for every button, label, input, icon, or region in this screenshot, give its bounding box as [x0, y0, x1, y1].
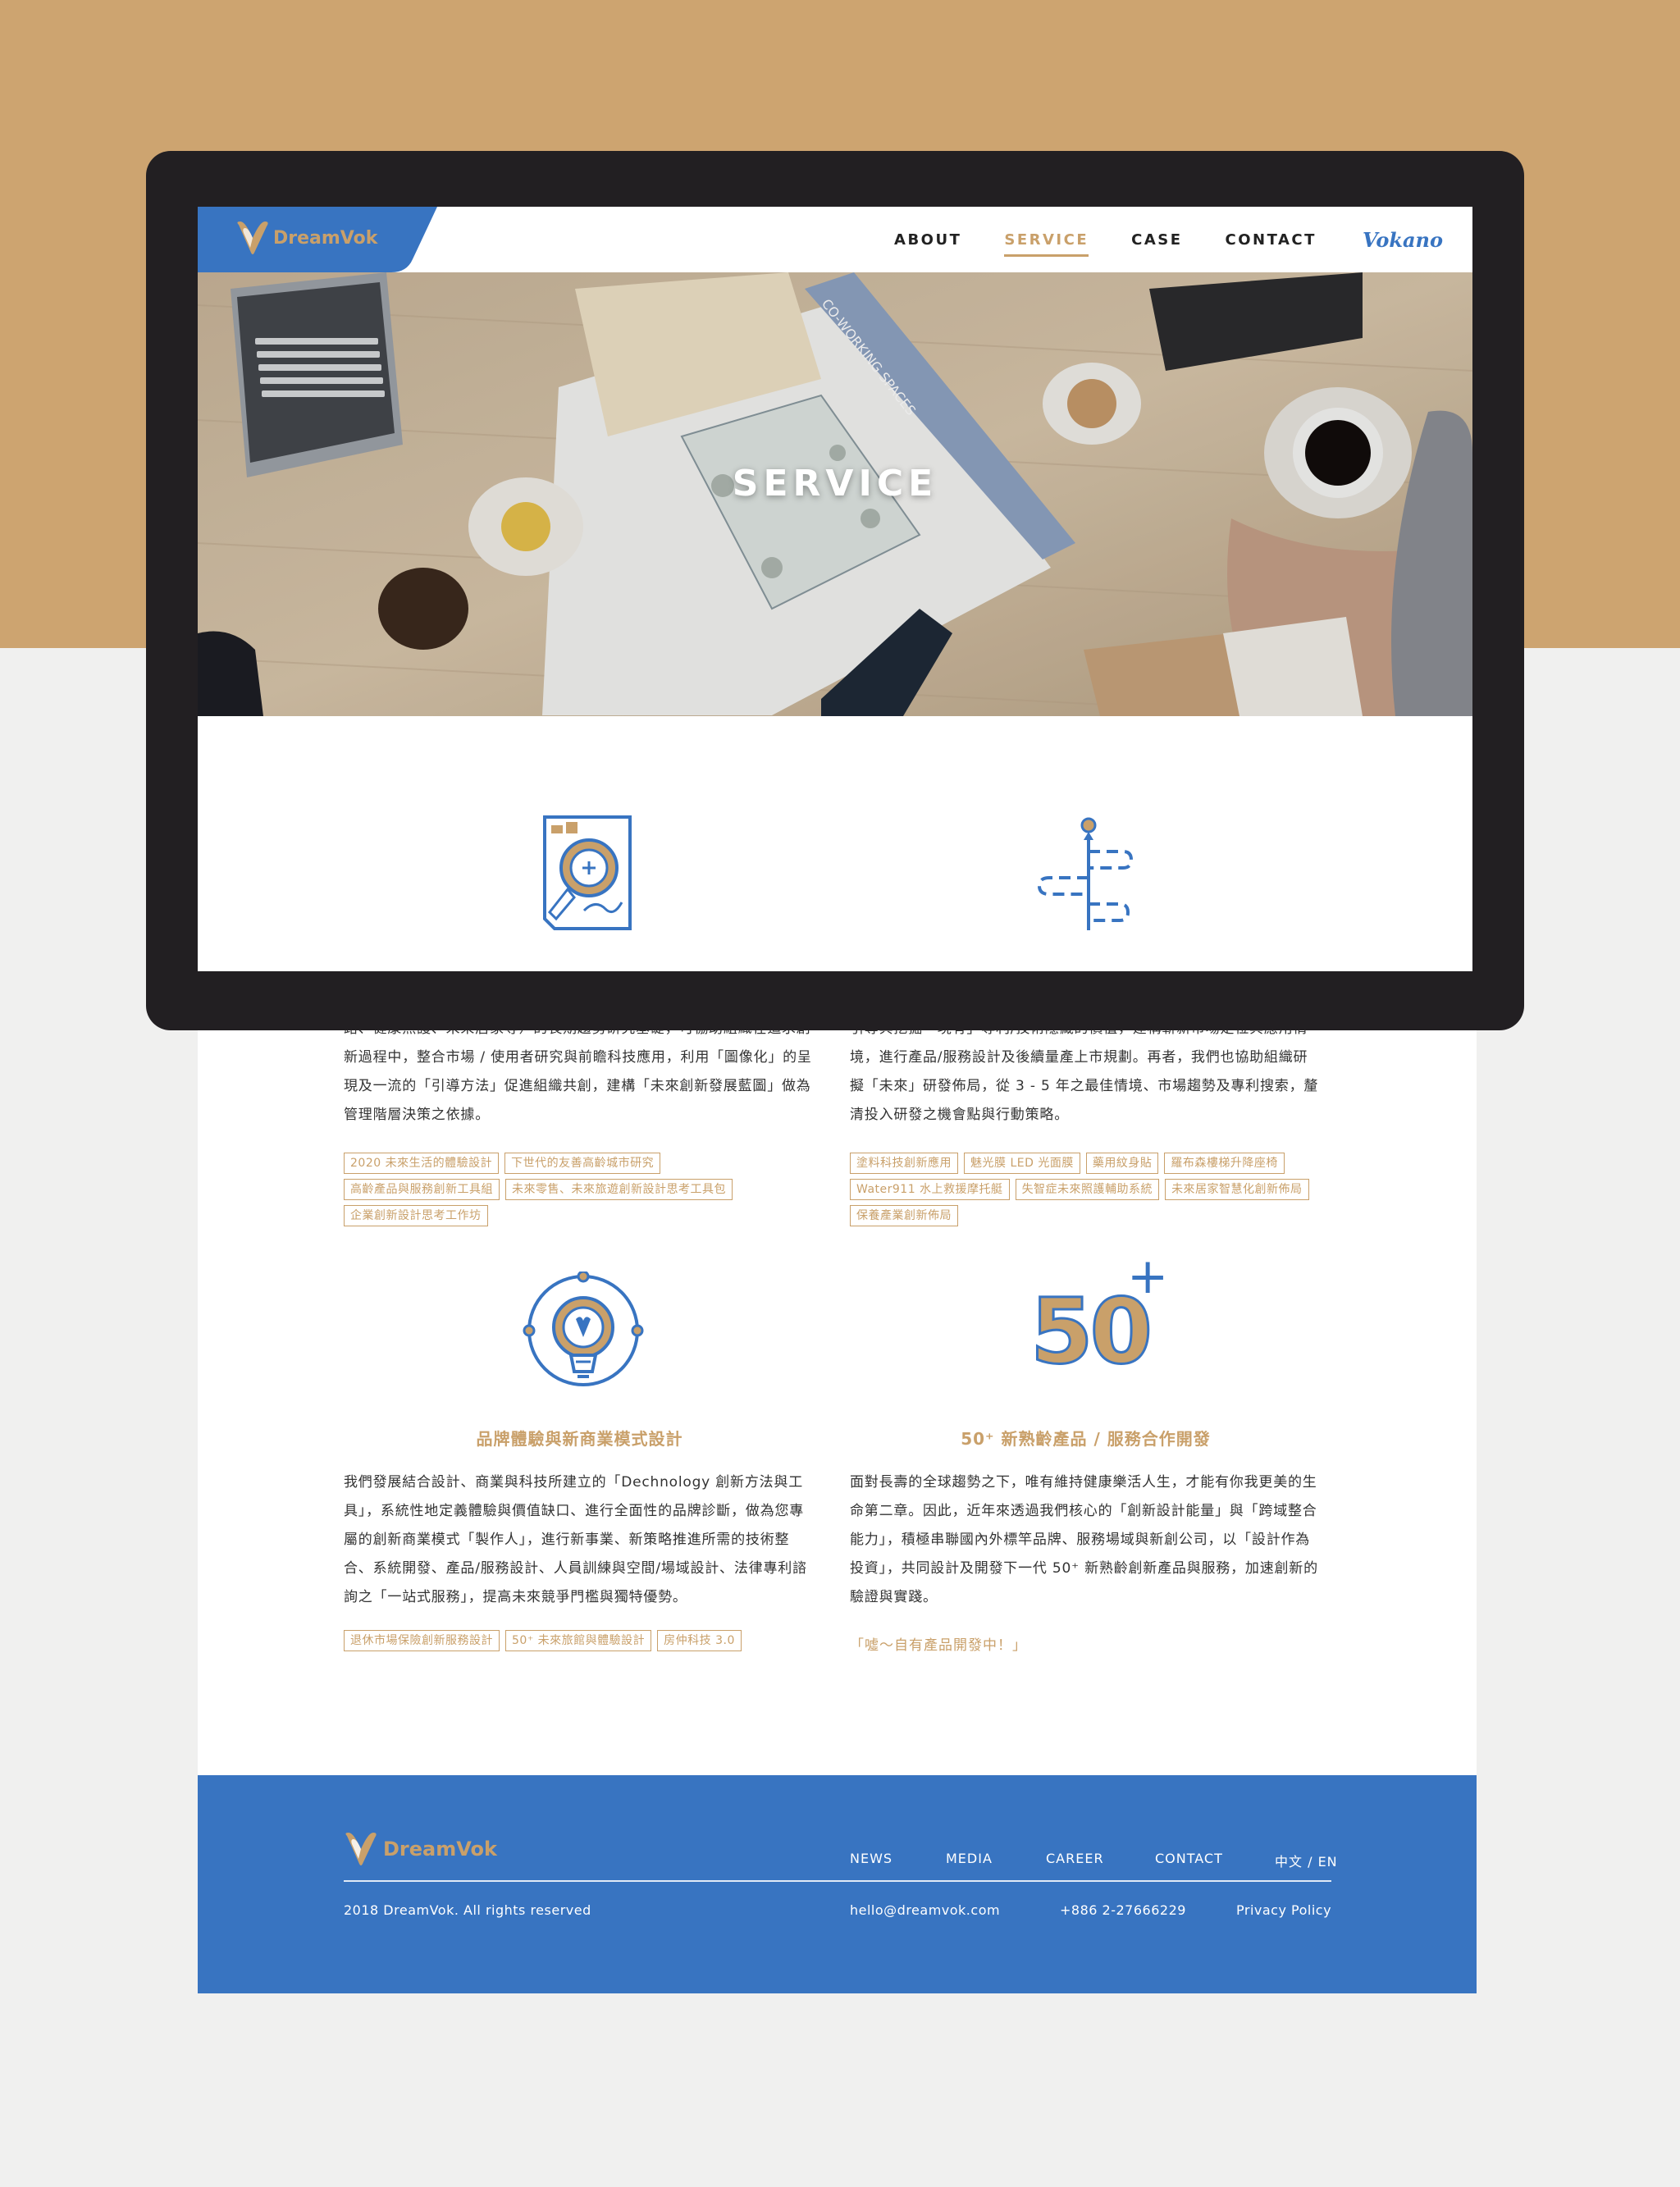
- privacy-policy-link[interactable]: Privacy Policy: [1236, 1902, 1331, 1918]
- tag[interactable]: 未來居家智慧化創新佈局: [1165, 1179, 1309, 1200]
- header-brand-name: DreamVok: [273, 227, 378, 249]
- fifty-plus-icon: 50 +: [1029, 1252, 1194, 1395]
- promo-text: 「噓～自有產品開發中！」: [850, 1637, 1027, 1654]
- monitor-screen: DreamVok ABOUT SERVICE CASE CONTACT Voka…: [198, 207, 1472, 971]
- footer-link-contact[interactable]: CONTACT: [1155, 1851, 1223, 1866]
- signpost-roadmap-icon: [1037, 817, 1134, 930]
- tag[interactable]: 魅光膜 LED 光面膜: [964, 1153, 1080, 1174]
- service-4-description: 面對長壽的全球趨勢之下，唯有維持健康樂活人生，才能有你我更美的生命第二章。因此，…: [850, 1474, 1318, 1605]
- footer-email[interactable]: hello@dreamvok.com: [850, 1902, 1000, 1918]
- monitor-frame: DreamVok ABOUT SERVICE CASE CONTACT Voka…: [146, 151, 1524, 1030]
- tag[interactable]: 保養產業創新佈局: [850, 1205, 958, 1226]
- tag[interactable]: 2020 未來生活的體驗設計: [344, 1153, 500, 1174]
- service-4-column: 面對長壽的全球趨勢之下，唯有維持健康樂活人生，才能有你我更美的生命第二章。因此，…: [850, 1468, 1322, 1654]
- logo-plate: DreamVok: [198, 207, 444, 272]
- plus-sign: +: [1127, 1248, 1169, 1305]
- hero-banner: CO-WORKING SPACES SERVICE: [198, 272, 1472, 716]
- footer-logo[interactable]: DreamVok: [344, 1831, 497, 1867]
- copyright-text: 2018 DreamVok. All rights reserved: [344, 1902, 591, 1918]
- service-3-column: 我們發展結合設計、商業與科技所建立的「Dechnology 創新方法與工具」，系…: [344, 1468, 815, 1651]
- tag[interactable]: 企業創新設計思考工作坊: [344, 1205, 488, 1226]
- tag[interactable]: 下世代的友善高齡城市研究: [504, 1153, 661, 1174]
- site-footer: DreamVok NEWS MEDIA CAREER CONTACT 中文 / …: [198, 1775, 1477, 1993]
- service-3-tags: 退休市場保險創新服務設計 50⁺ 未來旅館與體驗設計 房仲科技 3.0: [344, 1630, 815, 1651]
- tag[interactable]: 退休市場保險創新服務設計: [344, 1630, 500, 1651]
- magnifier-document-icon: [543, 815, 632, 930]
- tag[interactable]: 失智症未來照護輔助系統: [1015, 1179, 1160, 1200]
- nav-case[interactable]: CASE: [1131, 231, 1182, 249]
- footer-link-media[interactable]: MEDIA: [946, 1851, 993, 1866]
- dreamvok-logo-icon: [237, 221, 268, 254]
- tag[interactable]: Water911 水上救援摩托艇: [850, 1179, 1010, 1200]
- service-3-description: 我們發展結合設計、商業與科技所建立的「Dechnology 創新方法與工具」，系…: [344, 1474, 807, 1605]
- service-1-tags: 2020 未來生活的體驗設計 下世代的友善高齡城市研究 高齡產品與服務創新工具組…: [344, 1153, 815, 1226]
- footer-link-news[interactable]: NEWS: [850, 1851, 892, 1866]
- nav-service[interactable]: SERVICE: [1004, 231, 1089, 257]
- service-2-tags: 塗料科技創新應用 魅光膜 LED 光面膜 藥用紋身貼 羅布森樓梯升降座椅 Wat…: [850, 1153, 1322, 1226]
- top-navbar: DreamVok ABOUT SERVICE CASE CONTACT Voka…: [198, 207, 1472, 272]
- footer-phone[interactable]: +886 2-27666229: [1060, 1902, 1186, 1918]
- footer-link-career[interactable]: CAREER: [1046, 1851, 1104, 1866]
- vokano-link[interactable]: Vokano: [1363, 228, 1443, 252]
- service-1-description: 我們擁有超過 9 大領域（如高齡設遊、休閒旅遊、金融服務、零售通路、健康照護、未…: [344, 1020, 812, 1123]
- nav-menu: ABOUT SERVICE CASE CONTACT Vokano: [851, 207, 1443, 272]
- tag[interactable]: 高齡產品與服務創新工具組: [344, 1179, 500, 1200]
- tag[interactable]: 塗料科技創新應用: [850, 1153, 958, 1174]
- nav-about[interactable]: ABOUT: [894, 231, 961, 249]
- service-4-title: 50⁺ 新熟齡產品 / 服務合作開發: [961, 1429, 1211, 1449]
- header-logo[interactable]: DreamVok: [235, 220, 377, 256]
- footer-brand-name: DreamVok: [383, 1838, 497, 1861]
- footer-divider: [344, 1880, 1331, 1882]
- nav-contact[interactable]: CONTACT: [1226, 231, 1317, 249]
- language-switch[interactable]: 中文 / EN: [1275, 1851, 1338, 1870]
- dreamvok-logo-icon: [345, 1833, 377, 1865]
- lightbulb-brand-icon: [523, 1272, 644, 1386]
- service-3-title: 品牌體驗與新商業模式設計: [476, 1429, 683, 1449]
- tag[interactable]: 50⁺ 未來旅館與體驗設計: [505, 1630, 652, 1651]
- tag[interactable]: 房仲科技 3.0: [657, 1630, 742, 1651]
- tag[interactable]: 羅布森樓梯升降座椅: [1164, 1153, 1285, 1174]
- service-2-description: 以前端「設計研究」為基礎，透過「圖像化」解構技術特性與功能，協助引導與挖掘「現有…: [850, 1020, 1319, 1123]
- hero-title: SERVICE: [732, 463, 938, 505]
- tag[interactable]: 未來零售、未來旅遊創新設計思考工具包: [505, 1179, 733, 1200]
- tag[interactable]: 藥用紋身貼: [1085, 1153, 1159, 1174]
